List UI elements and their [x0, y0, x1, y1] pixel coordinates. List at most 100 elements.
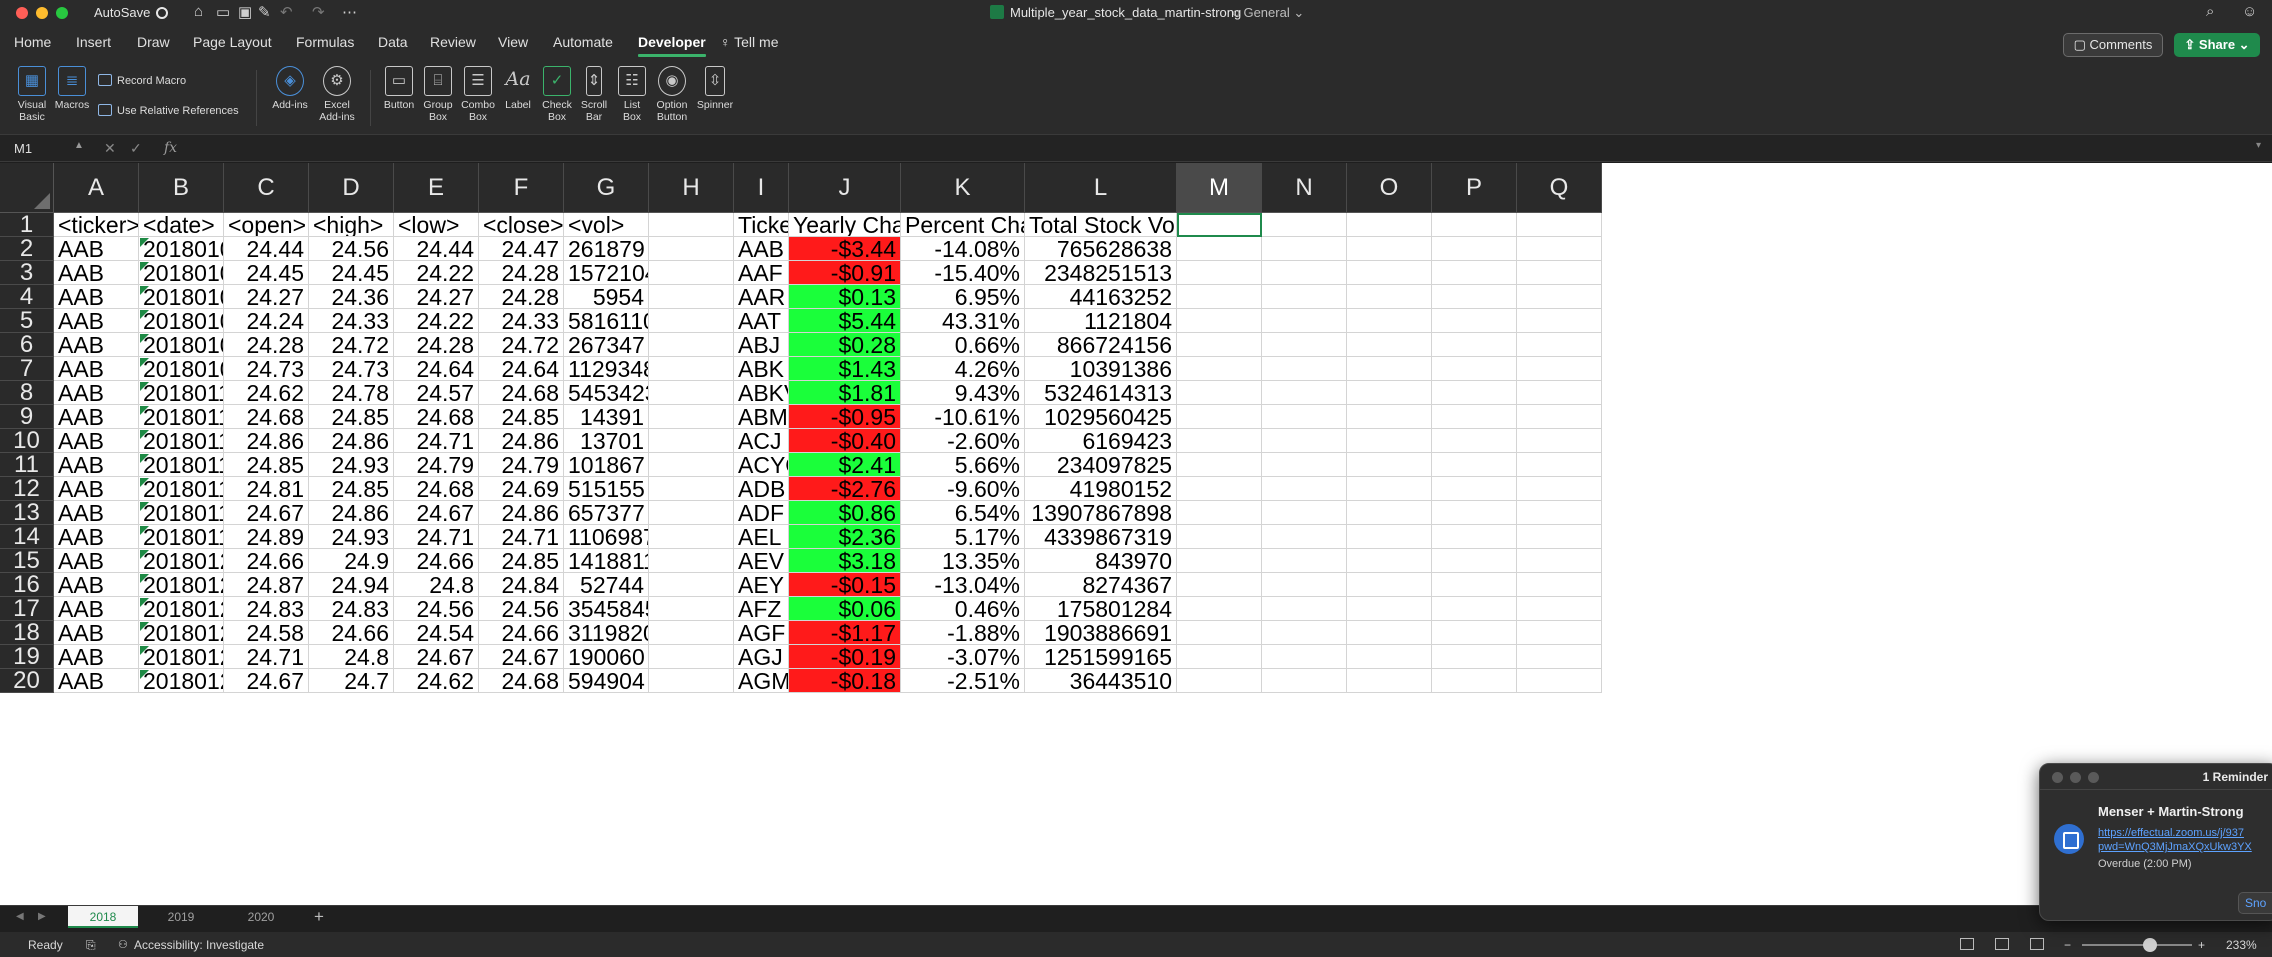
yearly-change-cell[interactable]: $0.28	[789, 333, 901, 357]
table-cell[interactable]: AAB	[734, 237, 789, 261]
cell[interactable]	[1432, 237, 1517, 261]
cell[interactable]	[1262, 477, 1347, 501]
cell[interactable]	[1177, 237, 1262, 261]
cell[interactable]	[1177, 477, 1262, 501]
row-header[interactable]: 6	[0, 333, 54, 357]
row-header[interactable]: 14	[0, 525, 54, 549]
cell[interactable]	[1347, 477, 1432, 501]
table-cell[interactable]: 24.33	[309, 309, 394, 333]
cell[interactable]	[1517, 597, 1602, 621]
row-header[interactable]: 15	[0, 549, 54, 573]
expand-formula-bar-icon[interactable]: ▾	[2256, 140, 2261, 151]
tab-formulas[interactable]: Formulas	[296, 34, 354, 50]
row-header[interactable]: 4	[0, 285, 54, 309]
name-box-stepper-icon[interactable]: ▲	[74, 140, 84, 151]
insert-function-icon[interactable]: fx	[164, 140, 177, 156]
zoom-slider[interactable]	[2082, 944, 2192, 946]
row-header[interactable]: 9	[0, 405, 54, 429]
table-cell[interactable]: 24.86	[479, 429, 564, 453]
column-title-cell[interactable]: Yearly Change	[789, 213, 901, 237]
cell[interactable]	[1262, 213, 1347, 237]
table-cell[interactable]: 24.68	[479, 381, 564, 405]
table-cell[interactable]: 5.17%	[901, 525, 1025, 549]
cell[interactable]	[1262, 357, 1347, 381]
table-cell[interactable]: 24.71	[224, 645, 309, 669]
sheet-tab-2019[interactable]: 2019	[146, 906, 216, 928]
table-cell[interactable]: 24.68	[479, 669, 564, 693]
table-cell[interactable]: 24.66	[309, 621, 394, 645]
column-header-h[interactable]: H	[649, 163, 734, 213]
date-cell-text-number[interactable]: 20180123	[139, 573, 224, 597]
table-cell[interactable]: AAB	[54, 549, 139, 573]
date-cell-text-number[interactable]: 20180116	[139, 453, 224, 477]
cell[interactable]	[1517, 213, 1602, 237]
cell[interactable]	[1517, 453, 1602, 477]
table-cell[interactable]: 24.27	[394, 285, 479, 309]
table-cell[interactable]: 44163252	[1025, 285, 1177, 309]
cell[interactable]	[1347, 597, 1432, 621]
cell[interactable]	[1177, 309, 1262, 333]
cell[interactable]	[1347, 549, 1432, 573]
table-cell[interactable]	[649, 429, 734, 453]
cell[interactable]	[1517, 621, 1602, 645]
cell[interactable]	[1432, 573, 1517, 597]
table-cell[interactable]: 24.8	[309, 645, 394, 669]
cell[interactable]	[1517, 357, 1602, 381]
table-cell[interactable]: 5.66%	[901, 453, 1025, 477]
check-box-control[interactable]: ✓ Check Box	[538, 66, 576, 123]
table-cell[interactable]: 24.94	[309, 573, 394, 597]
cell[interactable]	[1177, 333, 1262, 357]
table-cell[interactable]: 101867	[564, 453, 649, 477]
undo-icon[interactable]: ↶	[280, 3, 293, 21]
date-cell-text-number[interactable]: 20180122	[139, 549, 224, 573]
yearly-change-cell[interactable]: $0.13	[789, 285, 901, 309]
table-cell[interactable]	[649, 501, 734, 525]
table-cell[interactable]: 24.72	[479, 333, 564, 357]
tab-view[interactable]: View	[498, 34, 528, 50]
table-cell[interactable]: 24.86	[224, 429, 309, 453]
excel-add-ins-button[interactable]: ⚙ Excel Add-ins	[314, 66, 360, 123]
save-icon[interactable]: ▣	[238, 3, 252, 21]
table-cell[interactable]: 24.45	[309, 261, 394, 285]
option-button-control[interactable]: ◉ Option Button	[652, 66, 692, 123]
cell[interactable]	[1347, 357, 1432, 381]
reminder-subject[interactable]: Menser + Martin-Strong	[2098, 804, 2244, 819]
date-cell-text-number[interactable]: 20180109	[139, 357, 224, 381]
table-cell[interactable]: -2.51%	[901, 669, 1025, 693]
table-cell[interactable]: 866724156	[1025, 333, 1177, 357]
column-header-d[interactable]: D	[309, 163, 394, 213]
column-title-cell[interactable]: <low>	[394, 213, 479, 237]
scroll-bar-control[interactable]: ⇕ Scroll Bar	[578, 66, 610, 123]
close-window-button[interactable]	[16, 7, 28, 19]
cell[interactable]	[1432, 621, 1517, 645]
yearly-change-cell[interactable]: -$0.91	[789, 261, 901, 285]
table-cell[interactable]	[649, 333, 734, 357]
tab-automate[interactable]: Automate	[553, 34, 613, 50]
table-cell[interactable]	[649, 549, 734, 573]
table-cell[interactable]: 24.33	[479, 309, 564, 333]
table-cell[interactable]: 1903886691	[1025, 621, 1177, 645]
cell[interactable]	[1517, 333, 1602, 357]
table-cell[interactable]: 24.7	[309, 669, 394, 693]
table-cell[interactable]: AEL	[734, 525, 789, 549]
table-cell[interactable]: 24.85	[224, 453, 309, 477]
table-cell[interactable]: ADB	[734, 477, 789, 501]
cell[interactable]	[1517, 261, 1602, 285]
table-cell[interactable]: AAB	[54, 309, 139, 333]
reminder-popup[interactable]: 1 Reminder Menser + Martin-Strong https:…	[2039, 763, 2272, 921]
table-cell[interactable]: 1106987	[564, 525, 649, 549]
tell-me[interactable]: ♀ Tell me	[720, 34, 779, 50]
table-cell[interactable]: 9.43%	[901, 381, 1025, 405]
cell[interactable]	[1262, 381, 1347, 405]
table-cell[interactable]: 24.22	[394, 261, 479, 285]
cell[interactable]	[1177, 669, 1262, 693]
table-cell[interactable]: 24.67	[224, 669, 309, 693]
use-relative-references-button[interactable]: Use Relative References	[98, 104, 239, 117]
table-cell[interactable]: 24.66	[224, 549, 309, 573]
table-cell[interactable]: 24.93	[309, 525, 394, 549]
column-header-k[interactable]: K	[901, 163, 1025, 213]
table-cell[interactable]: AAB	[54, 621, 139, 645]
table-cell[interactable]: AAB	[54, 501, 139, 525]
table-cell[interactable]: -1.88%	[901, 621, 1025, 645]
column-title-cell[interactable]: Ticker	[734, 213, 789, 237]
